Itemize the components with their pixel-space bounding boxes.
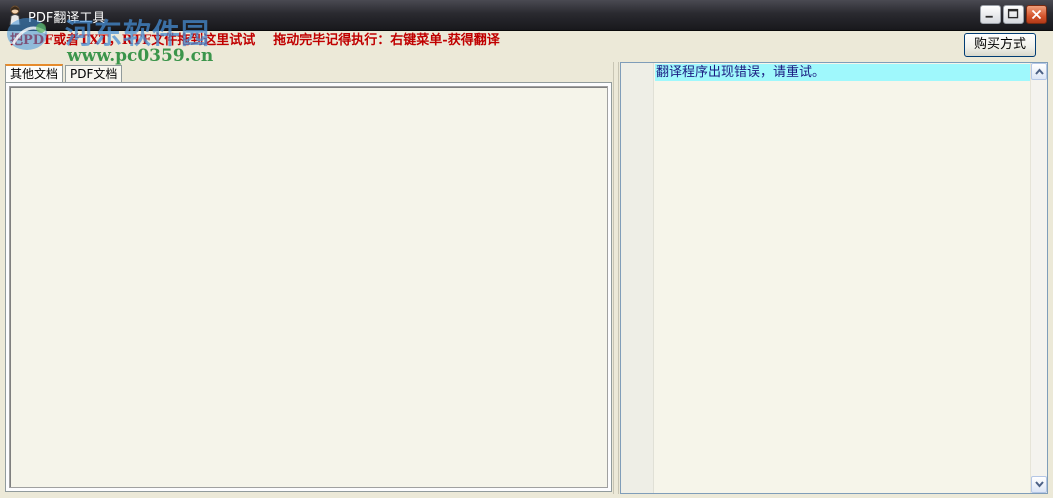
tab-other-documents[interactable]: 其他文档 [5, 64, 64, 82]
buy-button[interactable]: 购买方式 [964, 33, 1036, 57]
watermark-url: www.pc0359.cn [67, 46, 214, 66]
output-line: 翻译程序出现错误，请重试。 [655, 64, 1032, 81]
minimize-button[interactable] [980, 5, 1001, 24]
file-drop-area[interactable] [9, 86, 608, 488]
document-tabs: 其他文档 PDF文档 [5, 64, 123, 83]
drop-instruction: 把PDF或者TXT，RTF文件拖到这里试试 拖动完毕记得执行：右键菜单-获得翻译 [10, 33, 500, 48]
title-bar[interactable]: PDF翻译工具 [0, 0, 1053, 31]
pane-splitter[interactable] [613, 62, 619, 494]
close-icon [1031, 9, 1042, 20]
maximize-button[interactable] [1003, 5, 1024, 24]
line-gutter [621, 63, 654, 493]
tab-pdf-documents[interactable]: PDF文档 [65, 65, 123, 82]
scroll-down-button[interactable] [1031, 476, 1047, 493]
tab-content-panel [5, 82, 612, 492]
window-title: PDF翻译工具 [28, 11, 106, 26]
app-icon [9, 5, 21, 25]
window-controls [980, 5, 1047, 24]
arrow-up-icon [1035, 68, 1044, 75]
vertical-scrollbar[interactable] [1030, 63, 1047, 493]
arrow-down-icon [1035, 481, 1044, 488]
scroll-up-button[interactable] [1031, 63, 1047, 80]
maximize-icon [1007, 8, 1019, 19]
minimize-icon [985, 15, 993, 18]
close-button[interactable] [1026, 5, 1047, 24]
translation-output-area[interactable]: 翻译程序出现错误，请重试。 [620, 62, 1048, 494]
